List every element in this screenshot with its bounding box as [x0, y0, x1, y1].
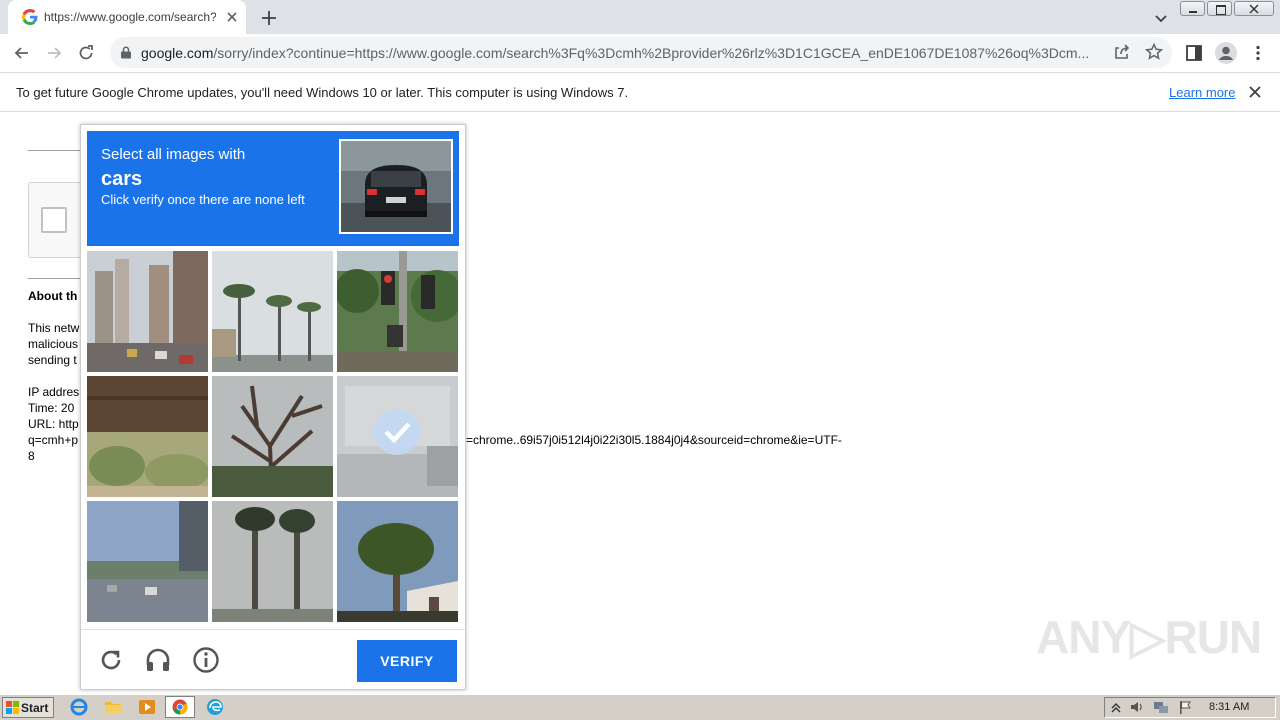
minimize-button[interactable] — [1180, 1, 1205, 16]
instruction-line: Select all images with — [101, 146, 246, 163]
browser-toolbar: google.com/sorry/index?continue=https://… — [0, 34, 1280, 72]
learn-more-link[interactable]: Learn more — [1169, 85, 1235, 100]
time-line: Time: 20 — [28, 401, 75, 415]
image-tile[interactable] — [212, 251, 333, 372]
lock-icon[interactable] — [120, 46, 132, 59]
anyrun-watermark: ANY▷RUN — [1036, 611, 1262, 663]
back-icon[interactable] — [12, 43, 32, 63]
divider — [28, 150, 88, 151]
about-heading: About th — [28, 289, 78, 303]
image-tile[interactable] — [337, 501, 458, 622]
reload-icon[interactable] — [76, 43, 96, 63]
image-tile[interactable] — [87, 376, 208, 497]
internet-explorer-icon[interactable] — [70, 698, 88, 716]
media-player-icon[interactable] — [138, 698, 156, 716]
star-icon[interactable] — [1144, 42, 1164, 62]
chrome-icon — [172, 699, 188, 715]
image-tile[interactable] — [87, 251, 208, 372]
notice-line: This netw — [28, 321, 80, 335]
reload-icon[interactable] — [97, 646, 125, 674]
infobar-message: To get future Google Chrome updates, you… — [16, 85, 629, 100]
profile-icon[interactable] — [1214, 41, 1238, 65]
google-favicon-icon — [22, 9, 38, 25]
volume-icon[interactable] — [1129, 699, 1145, 715]
headphones-icon[interactable] — [144, 646, 172, 674]
info-icon[interactable] — [192, 646, 220, 674]
update-infobar: To get future Google Chrome updates, you… — [0, 72, 1280, 112]
clock: 8:31 AM — [1209, 701, 1250, 713]
edge-icon[interactable] — [206, 698, 224, 716]
challenge-header: Select all images with cars Click verify… — [87, 131, 459, 246]
verify-button[interactable]: VERIFY — [357, 640, 457, 682]
start-label: Start — [21, 701, 49, 715]
window-controls — [1180, 1, 1274, 17]
notice-line: sending t — [28, 353, 77, 367]
close-icon — [1249, 4, 1259, 14]
image-grid — [87, 251, 459, 623]
url-host: google.com — [141, 45, 214, 61]
image-tile[interactable] — [337, 251, 458, 372]
divider — [28, 278, 88, 279]
url-line: q=cmh+p — [28, 433, 79, 447]
tab-title: https://www.google.com/search?q= — [44, 10, 216, 24]
address-bar[interactable]: google.com/sorry/index?continue=https://… — [110, 37, 1172, 68]
url-text[interactable]: google.com/sorry/index?continue=https://… — [141, 45, 1101, 61]
instruction-hint: Click verify once there are none left — [101, 192, 305, 207]
system-tray: 8:31 AM — [1104, 697, 1276, 718]
browser-tab[interactable]: https://www.google.com/search?q= — [8, 0, 246, 34]
maximize-button[interactable] — [1207, 1, 1232, 16]
tab-strip: https://www.google.com/search?q= — [0, 0, 1280, 34]
start-button[interactable]: Start — [2, 697, 54, 718]
image-tile[interactable] — [212, 376, 333, 497]
target-object: cars — [101, 168, 143, 190]
close-icon[interactable] — [1248, 85, 1262, 99]
windows-taskbar: Start 8:31 AM — [0, 694, 1280, 720]
recaptcha-challenge: Select all images with cars Click verify… — [80, 124, 466, 690]
recaptcha-checkbox[interactable] — [41, 207, 67, 233]
image-tile[interactable] — [212, 501, 333, 622]
url-path: /sorry/index?continue=https://www.google… — [213, 45, 1090, 61]
close-window-button[interactable] — [1234, 1, 1274, 16]
challenge-footer: VERIFY — [81, 629, 465, 690]
file-explorer-icon[interactable] — [104, 698, 122, 716]
share-icon[interactable] — [1112, 42, 1132, 62]
image-tile-selected[interactable] — [337, 376, 458, 497]
url-line-cont: =chrome..69i57j0i512l4j0i22i30l5.1884j0j… — [466, 433, 842, 447]
flag-icon[interactable] — [1177, 699, 1193, 715]
sidepanel-icon[interactable] — [1184, 43, 1204, 63]
notice-line: malicious — [28, 337, 79, 351]
close-icon[interactable] — [224, 9, 240, 25]
url-line-end: 8 — [28, 449, 35, 463]
chevron-up-icon[interactable] — [1109, 699, 1123, 715]
ip-address-line: IP addres — [28, 385, 80, 399]
menu-icon[interactable] — [1248, 43, 1268, 63]
chrome-taskbar-button[interactable] — [165, 696, 195, 718]
image-tile[interactable] — [87, 501, 208, 622]
chevron-down-icon[interactable] — [1151, 8, 1171, 28]
new-tab-icon[interactable] — [259, 8, 279, 28]
url-line: URL: http — [28, 417, 79, 431]
windows-logo-icon — [6, 701, 19, 714]
sample-image — [339, 139, 453, 234]
network-icon[interactable] — [1153, 699, 1169, 715]
forward-icon[interactable] — [44, 43, 64, 63]
